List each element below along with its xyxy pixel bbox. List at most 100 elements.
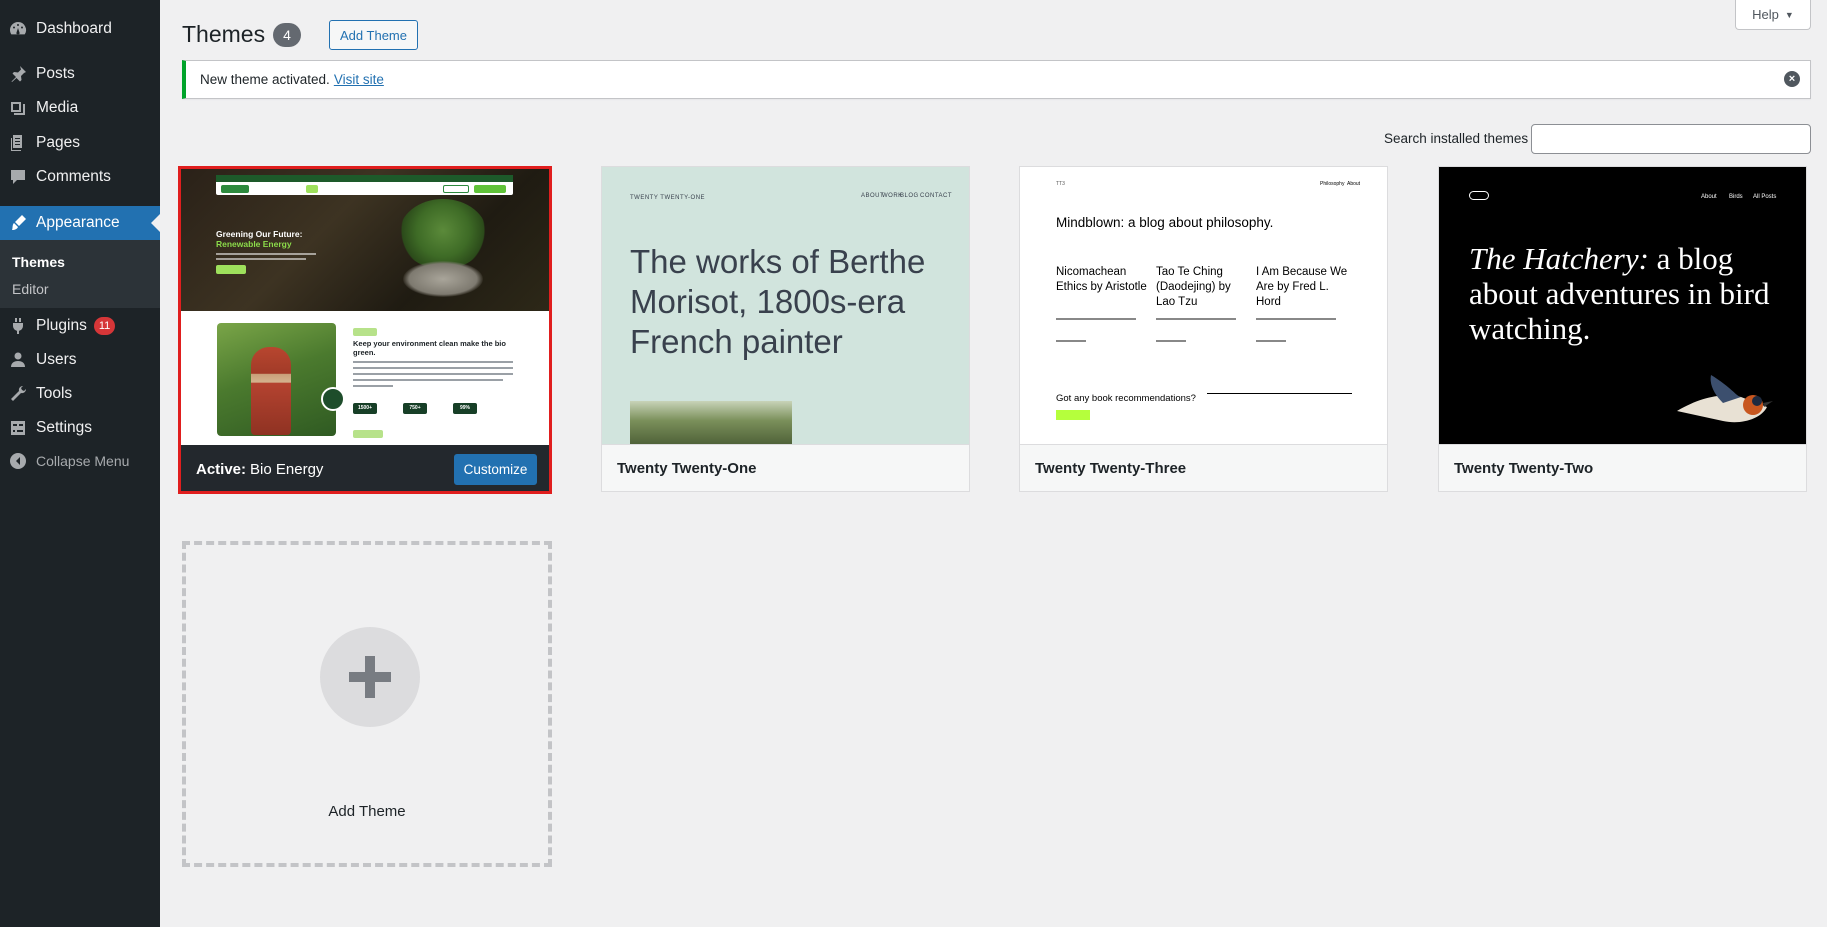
preview-text-line [353,379,503,381]
collapse-menu-button[interactable]: Collapse Menu [0,444,160,478]
comment-icon [0,167,36,187]
theme-name: Bio Energy [250,461,324,478]
preview-title-line1: Greening Our Future: [216,229,303,239]
menu-appearance[interactable]: Appearance [0,206,160,240]
preview-headline: The works of Berthe Morisot, 1800s-era F… [630,243,926,360]
menu-plugins[interactable]: Plugins 11 [0,309,160,343]
preview-rock [403,261,483,297]
theme-name-bar: Active: Bio Energy Customize [181,445,549,491]
preview-text-line [353,373,513,375]
menu-posts[interactable]: Posts [0,57,160,91]
menu-label: Plugins [36,317,87,334]
preview-heading: Keep your environment clean make the bio… [353,339,506,357]
submenu-editor[interactable]: Editor [12,281,49,297]
visit-site-link[interactable]: Visit site [334,72,384,87]
add-new-theme-card[interactable]: Add Theme [182,541,552,867]
bird-illustration [1677,375,1773,423]
plug-icon [0,316,36,336]
theme-screenshot: TT3 Philosophy About Mindblown: a blog a… [1020,167,1387,444]
dismiss-notice-icon[interactable]: × [1784,71,1800,87]
theme-card-twenty-twenty-one[interactable]: TWENTY TWENTY-ONE ABOUT WORK BLOG CONTAC… [601,166,970,492]
preview-post-title: I Am Because We Are by Fred L. Hord [1256,266,1348,308]
pin-icon [0,64,36,84]
help-button[interactable]: Help ▼ [1735,0,1811,30]
preview-nav-item: Philosophy [1320,181,1345,187]
preview-explore-button [353,430,383,438]
menu-settings[interactable]: Settings [0,411,160,445]
wrench-icon [0,384,36,404]
brush-icon [0,213,36,233]
preview-nav-item: BLOG [900,193,919,199]
collapse-label: Collapse Menu [36,453,130,469]
preview-date-line [1156,340,1186,342]
theme-name: Twenty Twenty-Three [1020,444,1387,491]
active-label: Active: [196,461,247,478]
menu-label: Tools [36,385,73,402]
menu-label: Comments [36,168,111,185]
preview-date-line [1256,340,1286,342]
search-label: Search installed themes [1384,131,1529,146]
preview-stat: 750+ [403,403,427,414]
preview-nav-item: Birds [1729,194,1743,200]
theme-activated-notice: New theme activated. Visit site × [182,60,1811,99]
collapse-icon [0,451,36,471]
preview-text-line [1156,318,1236,320]
preview-logo [1469,191,1489,200]
preview-nav-button [443,185,469,193]
notice-text: New theme activated. [200,72,330,87]
theme-card-twenty-twenty-three[interactable]: TT3 Philosophy About Mindblown: a blog a… [1019,166,1388,492]
preview-text-line [216,253,316,255]
preview-question: Got any book recommendations? [1056,393,1196,404]
theme-screenshot: About Birds All Posts The Hatchery: a bl… [1439,167,1806,444]
pages-icon [0,133,36,153]
preview-button [1056,410,1090,420]
current-indicator [151,214,160,232]
preview-site-title: TWENTY TWENTY-ONE [630,195,706,201]
submenu-themes[interactable]: Themes [12,254,65,270]
preview-nav-item: ABOUT [861,193,885,199]
appearance-submenu: Themes Editor [0,240,160,308]
preview-date-line [1056,340,1086,342]
preview-stat: 1500+ [353,403,377,414]
preview-nav-cta [474,185,506,193]
theme-card-twenty-twenty-two[interactable]: About Birds All Posts The Hatchery: a bl… [1438,166,1807,492]
menu-media[interactable]: Media [0,91,160,125]
preview-post-title: Tao Te Ching (Daodejing) by Lao Tzu [1156,266,1231,308]
menu-label: Dashboard [36,20,112,37]
menu-label: Pages [36,134,80,151]
preview-nav-item: About [1347,181,1361,187]
menu-comments[interactable]: Comments [0,160,160,194]
theme-card-bio-energy[interactable]: Greening Our Future: Renewable Energy Ke… [178,166,552,494]
menu-dashboard[interactable]: Dashboard [0,12,160,46]
menu-users[interactable]: Users [0,343,160,377]
menu-label: Users [36,351,77,368]
page-title: Themes [182,21,266,47]
preview-nav-active [306,185,318,193]
add-theme-label: Add Theme [328,803,406,820]
menu-tools[interactable]: Tools [0,377,160,411]
preview-text-line [1056,318,1136,320]
preview-nav-item: About [1701,194,1717,200]
preview-person [251,347,291,435]
preview-headline: Mindblown: a blog about philosophy. [1056,215,1274,230]
preview-hero-button [216,265,246,274]
preview-leaf-badge [321,387,345,411]
preview-title-line2: Renewable Energy [216,239,292,249]
preview-tree [399,199,487,269]
preview-nav-item: CONTACT [920,193,953,199]
add-theme-button[interactable]: Add Theme [329,20,418,50]
dashboard-icon [0,19,36,39]
chevron-down-icon: ▼ [1784,9,1794,20]
preview-logo [221,185,249,193]
customize-button[interactable]: Customize [454,454,537,485]
preview-topbar [216,175,513,182]
menu-label: Settings [36,419,93,436]
menu-pages[interactable]: Pages [0,126,160,160]
preview-hero-title: Greening Our Future: Renewable Energy [216,229,302,249]
preview-text-line [353,385,393,387]
plugin-update-badge: 11 [93,317,116,335]
preview-painting [630,401,792,444]
preview-post-title: Nicomachean Ethics by Aristotle [1056,266,1147,293]
search-themes-input[interactable] [1531,124,1811,154]
media-icon [0,98,36,118]
